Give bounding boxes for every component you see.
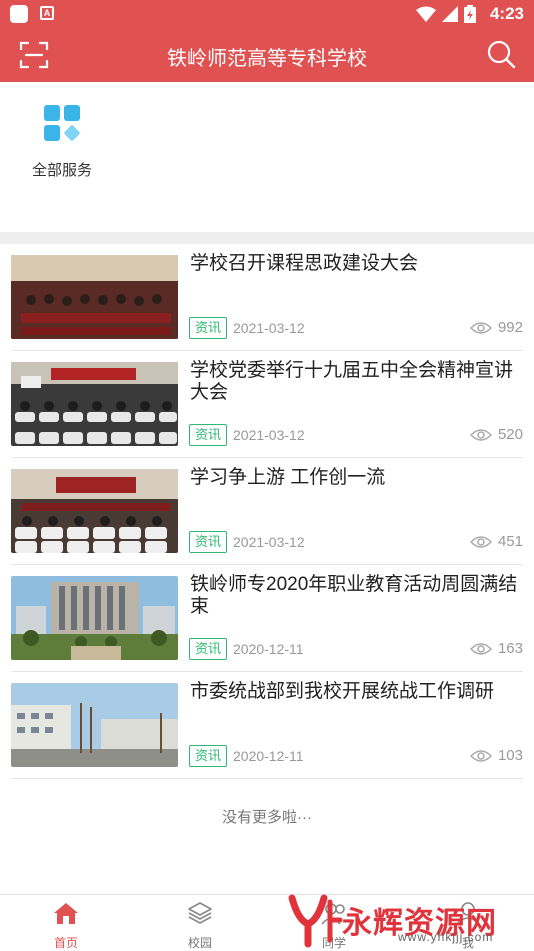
news-thumbnail [11, 255, 178, 339]
view-count: 103 [497, 747, 523, 764]
watermark-url: www.yhkjjj.com [398, 930, 494, 944]
news-tag: 资讯 [189, 745, 228, 767]
system-icons [416, 5, 476, 23]
grid-icon [44, 105, 80, 141]
tab-home-label: 首页 [53, 936, 78, 950]
tab-campus-label: 校园 [187, 936, 212, 950]
eye-icon [469, 321, 492, 334]
tab-campus[interactable]: 校园 [160, 901, 240, 951]
news-views: 103 [469, 747, 523, 764]
news-views: 451 [469, 533, 523, 550]
status-bar: A 4:23 [0, 0, 534, 28]
news-views: 520 [469, 426, 523, 443]
view-count: 992 [497, 319, 523, 336]
news-list: 学校召开课程思政建设大会 资讯 2021-03-12 992 学校党委举行十九届… [0, 244, 534, 779]
view-count: 451 [497, 533, 523, 550]
layers-icon [188, 902, 212, 924]
app-bar: 铁岭师范高等专科学校 [0, 28, 534, 82]
battery-icon [464, 5, 476, 23]
news-views: 992 [469, 319, 523, 336]
news-title: 铁岭师专2020年职业教育活动周圆满结束 [190, 574, 518, 617]
news-item[interactable]: 学校召开课程思政建设大会 资讯 2021-03-12 992 [11, 244, 523, 351]
tab-home[interactable]: 首页 [26, 901, 106, 951]
search-icon[interactable] [486, 39, 516, 69]
app-notification-icon [10, 5, 28, 23]
news-item[interactable]: 铁岭师专2020年职业教育活动周圆满结束 资讯 2020-12-11 163 [11, 565, 523, 672]
eye-icon [469, 642, 492, 655]
news-tag: 资讯 [189, 638, 228, 660]
news-thumbnail [11, 362, 178, 446]
news-date: 2020-12-11 [233, 748, 304, 764]
news-item[interactable]: 学习争上游 工作创一流 资讯 2021-03-12 451 [11, 458, 523, 565]
news-title: 学习争上游 工作创一流 [190, 467, 386, 488]
home-icon [54, 903, 78, 924]
news-item[interactable]: 学校党委举行十九届五中全会精神宣讲大会 资讯 2021-03-12 520 [11, 351, 523, 458]
wifi-icon [416, 6, 436, 22]
no-more-text: 没有更多啦··· [222, 809, 312, 826]
news-date: 2021-03-12 [233, 320, 305, 336]
watermark: 永辉资源网 www.yhkjjj.com [286, 890, 526, 950]
eye-icon [469, 535, 492, 548]
watermark-logo [288, 894, 343, 948]
news-tag: 资讯 [189, 424, 228, 446]
news-date: 2020-12-11 [233, 641, 304, 657]
notification-a-icon: A [40, 6, 54, 20]
app-title: 铁岭师范高等专科学校 [167, 48, 367, 70]
eye-icon [469, 749, 492, 762]
eye-icon [469, 428, 492, 441]
services-panel: 全部服务 [0, 82, 534, 232]
section-divider [0, 232, 534, 244]
news-item[interactable]: 市委统战部到我校开展统战工作调研 资讯 2020-12-11 103 [11, 672, 523, 779]
clock: 4:23 [489, 4, 524, 23]
news-date: 2021-03-12 [233, 427, 305, 443]
news-title: 学校党委举行十九届五中全会精神宣讲大会 [190, 360, 514, 403]
news-title: 市委统战部到我校开展统战工作调研 [190, 681, 495, 702]
news-thumbnail [11, 683, 178, 767]
news-thumbnail [11, 469, 178, 553]
news-title: 学校召开课程思政建设大会 [190, 253, 419, 274]
all-services-button[interactable]: 全部服务 [24, 104, 100, 180]
signal-icon [442, 6, 458, 22]
news-tag: 资讯 [189, 317, 228, 339]
view-count: 520 [497, 426, 523, 443]
all-services-label: 全部服务 [31, 162, 92, 179]
news-date: 2021-03-12 [233, 534, 305, 550]
news-views: 163 [469, 640, 523, 657]
news-tag: 资讯 [189, 531, 228, 553]
view-count: 163 [497, 640, 523, 657]
news-thumbnail [11, 576, 178, 660]
